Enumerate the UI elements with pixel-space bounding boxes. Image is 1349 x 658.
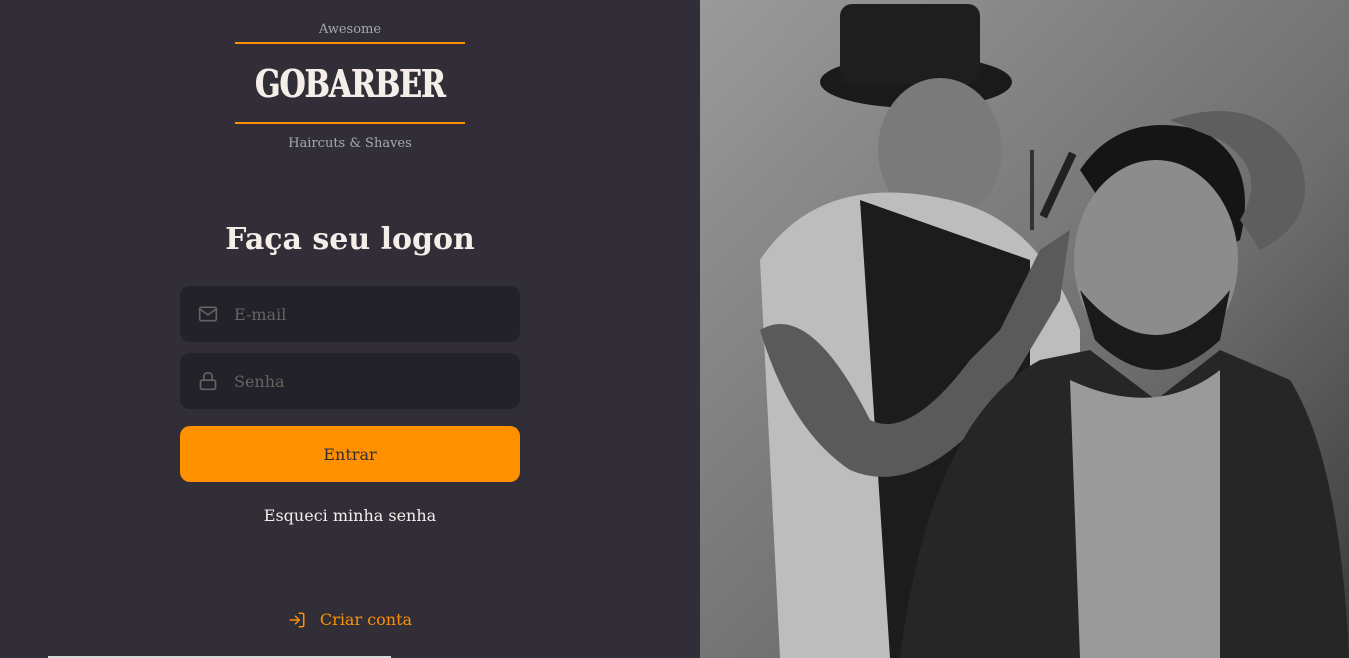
logo-brand-name: GOBARBER bbox=[255, 60, 446, 106]
forgot-password-link[interactable]: Esqueci minha senha bbox=[180, 506, 520, 525]
logo-top-text: Awesome bbox=[318, 22, 382, 37]
logo-bottom-rule bbox=[235, 122, 465, 124]
log-in-icon bbox=[288, 611, 306, 629]
barber-photo-illustration bbox=[700, 0, 1349, 658]
logo-brand: GOBARBER bbox=[235, 44, 465, 122]
background-photo bbox=[700, 0, 1349, 658]
gobarber-logo: Awesome GOBARBER Haircuts & Shaves bbox=[235, 22, 465, 162]
lock-icon bbox=[198, 371, 218, 391]
form-title: Faça seu logon bbox=[225, 222, 475, 257]
password-input[interactable] bbox=[234, 371, 494, 391]
submit-button[interactable]: Entrar bbox=[180, 426, 520, 482]
email-field[interactable] bbox=[180, 286, 520, 342]
password-field[interactable] bbox=[180, 353, 520, 409]
email-input[interactable] bbox=[234, 304, 494, 324]
create-account-link[interactable]: Criar conta bbox=[180, 610, 520, 629]
create-account-label: Criar conta bbox=[319, 610, 413, 629]
mail-icon bbox=[198, 304, 218, 324]
login-panel: Awesome GOBARBER Haircuts & Shaves Faça … bbox=[0, 0, 700, 658]
logo-bottom-text: Haircuts & Shaves bbox=[288, 136, 412, 151]
